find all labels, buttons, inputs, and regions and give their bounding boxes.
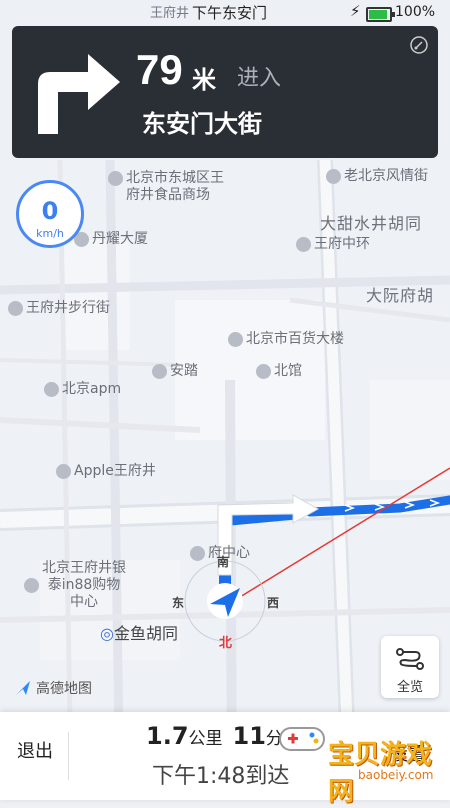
poi-icon <box>326 169 341 184</box>
compass-east: 西 <box>267 596 280 610</box>
battery-icon <box>366 7 395 22</box>
arrival-time: 下午1:48到达 <box>152 764 290 789</box>
remaining-distance-unit: 公里 <box>188 729 223 749</box>
turn-action: 进入 <box>237 66 282 91</box>
poi-anta[interactable]: 安踏 <box>152 363 198 380</box>
overview-label: 全览 <box>396 680 423 695</box>
poi-wangfujing-food-mall[interactable]: 北京市东城区王 府井食品商场 <box>108 170 224 204</box>
watermark: 宝贝游戏网 baobeiy.com <box>276 716 436 807</box>
poi-wangfu-central[interactable]: 王府中环 <box>296 236 370 253</box>
voice-broadcast-icon[interactable] <box>410 36 428 54</box>
next-road-name: 东安门大街 <box>142 110 262 138</box>
speedometer: 0 km/h <box>16 180 84 248</box>
poi-icon <box>8 301 23 316</box>
poi-beijing-apm[interactable]: 北京apm <box>44 381 121 398</box>
overview-button[interactable]: 全览 <box>381 636 439 698</box>
watermark-url: baobeiy.com <box>358 768 434 782</box>
poi-danyao-building[interactable]: 丹耀大厦 <box>74 231 148 248</box>
poi-icon <box>108 171 123 186</box>
road-label-dayuan: 大阮府胡 <box>366 286 435 305</box>
speed-value: 0 <box>41 197 59 225</box>
turn-guidance-card[interactable]: 79 米 进入 东安门大街 <box>12 26 438 158</box>
compass-north: 北 <box>219 636 233 651</box>
road-label-jinyu: ◎金鱼胡同 <box>100 624 178 643</box>
turn-distance-unit: 米 <box>192 66 216 94</box>
amap-logo: 高德地图 <box>14 678 92 698</box>
right-turn-icon <box>38 54 120 134</box>
battery-percent: 100% <box>395 4 436 20</box>
status-faded-text: 王府井 <box>150 6 190 21</box>
poi-icon <box>152 364 167 379</box>
poi-icon <box>190 546 205 561</box>
poi-icon <box>296 237 311 252</box>
poi-icon <box>56 464 71 479</box>
poi-intime-in88[interactable]: 北京王府井银 泰in88购物 中心 <box>24 560 126 611</box>
compass-south: 南 <box>217 555 230 569</box>
poi-old-beijing-street[interactable]: 老北京风情街 <box>326 168 428 185</box>
poi-apple-wangfujing[interactable]: Apple王府井 <box>56 463 156 480</box>
road-label-datianshuijing: 大甜水井胡同 <box>320 214 423 233</box>
exit-button[interactable]: 退出 <box>0 712 70 800</box>
subway-icon: ◎ <box>100 624 114 643</box>
remaining-time: 11 <box>232 722 266 750</box>
gamepad-icon <box>279 727 325 751</box>
speed-unit: km/h <box>36 227 64 240</box>
poi-icon <box>44 382 59 397</box>
remaining-distance: 1.7 <box>146 722 189 750</box>
poi-department-store[interactable]: 北京市百货大楼 <box>228 331 344 348</box>
charging-icon: ⚡ <box>350 2 361 20</box>
poi-icon <box>228 332 243 347</box>
divider <box>68 732 69 780</box>
poi-wangfujing-pedestrian[interactable]: 王府井步行街 <box>8 300 110 317</box>
amap-logo-icon <box>16 681 30 695</box>
poi-beiguan[interactable]: 北馆 <box>256 363 302 380</box>
route-overview-icon <box>396 648 424 670</box>
status-bar: 王府井 下午东安门 ⚡ 100% <box>0 0 450 26</box>
poi-icon <box>256 364 271 379</box>
status-center-text: 下午东安门 <box>192 4 268 22</box>
poi-icon <box>24 578 39 593</box>
compass-west: 东 <box>172 596 185 610</box>
turn-distance: 79 <box>136 46 183 93</box>
